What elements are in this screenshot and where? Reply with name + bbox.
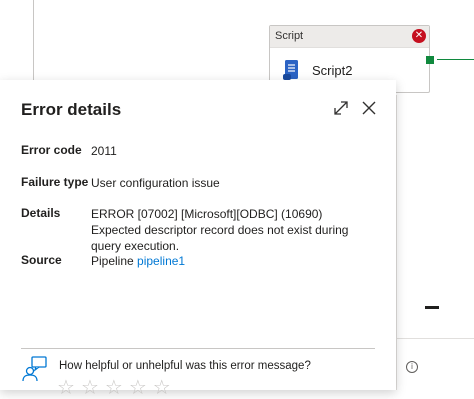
feedback-question: How helpful or unhelpful was this error … bbox=[59, 360, 311, 372]
failure-type-label: Failure type bbox=[21, 175, 89, 189]
activity-header: Script ✕ bbox=[270, 26, 429, 48]
canvas-minimize-mark[interactable] bbox=[425, 306, 439, 309]
panel-title: Error details bbox=[21, 100, 122, 119]
pipeline-link[interactable]: pipeline1 bbox=[137, 254, 185, 268]
error-code-value: 2011 bbox=[91, 144, 117, 158]
activity-body: Script2 bbox=[282, 59, 352, 81]
feedback-person-icon bbox=[22, 356, 47, 382]
star-icon-4[interactable]: ☆ bbox=[129, 377, 147, 397]
close-icon[interactable] bbox=[361, 100, 377, 116]
failure-type-value: User configuration issue bbox=[91, 176, 220, 190]
expand-icon[interactable] bbox=[333, 100, 349, 116]
canvas-panel-edge bbox=[396, 95, 397, 390]
error-details-panel: Error details Error code 2011 Failure ty… bbox=[0, 80, 396, 397]
star-icon-3[interactable]: ☆ bbox=[105, 377, 123, 397]
star-icon-1[interactable]: ☆ bbox=[57, 377, 75, 397]
activity-name: Script2 bbox=[312, 62, 353, 78]
feedback-divider bbox=[21, 348, 375, 349]
details-value: ERROR [07002] [Microsoft][ODBC] (10690) … bbox=[91, 207, 349, 253]
source-label: Source bbox=[21, 253, 62, 267]
source-prefix: Pipeline bbox=[91, 254, 134, 268]
star-icon-5[interactable]: ☆ bbox=[153, 377, 171, 397]
error-code-label: Error code bbox=[21, 143, 82, 157]
error-status-icon[interactable]: ✕ bbox=[412, 29, 426, 43]
info-icon[interactable]: i bbox=[406, 361, 418, 373]
feedback-rating[interactable]: ☆ ☆ ☆ ☆ ☆ bbox=[57, 377, 171, 397]
canvas-divider bbox=[396, 338, 474, 339]
activity-type-label: Script bbox=[275, 30, 304, 42]
success-output-port[interactable] bbox=[426, 56, 434, 64]
canvas-guide-line bbox=[33, 0, 34, 80]
success-connector-line bbox=[437, 59, 474, 60]
details-label: Details bbox=[21, 206, 61, 220]
star-icon-2[interactable]: ☆ bbox=[81, 377, 99, 397]
source-value: Pipeline pipeline1 bbox=[91, 253, 373, 269]
script-scroll-icon bbox=[283, 60, 298, 80]
